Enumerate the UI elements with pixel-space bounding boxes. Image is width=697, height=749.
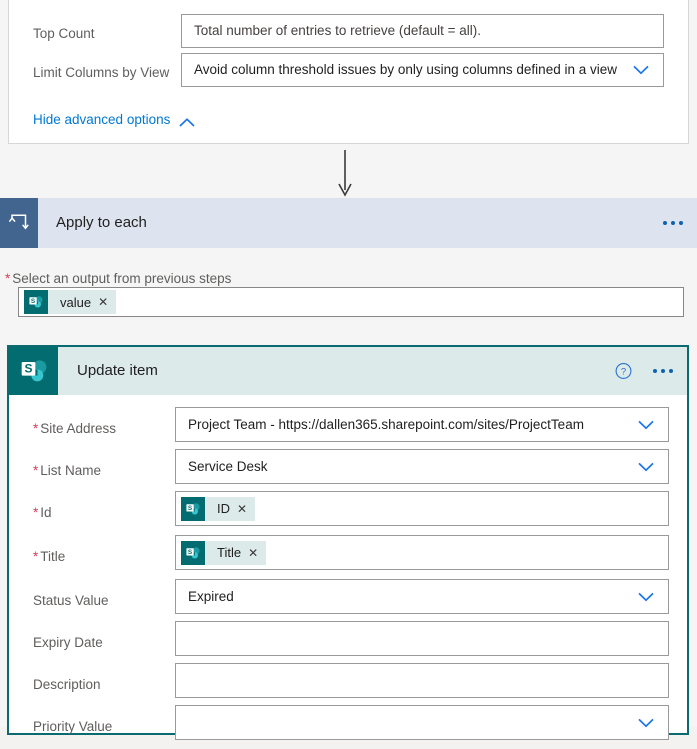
label-text: Expiry Date bbox=[33, 635, 103, 650]
close-icon[interactable]: ✕ bbox=[237, 503, 255, 515]
dot bbox=[663, 221, 667, 225]
label-text: Select an output from previous steps bbox=[12, 271, 232, 286]
ellipsis-icon[interactable] bbox=[653, 369, 673, 373]
form-row-status-value: Status Value Expired bbox=[9, 579, 687, 623]
description-input[interactable] bbox=[175, 663, 669, 698]
svg-text:?: ? bbox=[621, 367, 626, 378]
token-chip-label: Title bbox=[217, 545, 242, 560]
update-item-action-card[interactable]: S Update item ? * Site Address Project T… bbox=[7, 345, 689, 740]
help-circle-icon[interactable]: ? bbox=[615, 363, 632, 380]
token-chip-id[interactable]: S ID ✕ bbox=[181, 496, 256, 521]
field-label-id: * Id bbox=[33, 505, 52, 521]
sharepoint-icon: S bbox=[181, 540, 205, 565]
svg-text:S: S bbox=[24, 362, 32, 376]
required-asterisk: * bbox=[5, 271, 11, 286]
flow-designer-canvas: Top Count Total number of entries to ret… bbox=[0, 0, 697, 740]
field-label-limit-columns-by-view: Limit Columns by View bbox=[33, 65, 169, 81]
svg-text:S: S bbox=[188, 504, 193, 511]
dot bbox=[661, 369, 665, 373]
required-asterisk: * bbox=[33, 421, 39, 436]
token-chip-value[interactable]: S value ✕ bbox=[24, 290, 117, 314]
token-chip-label: ID bbox=[217, 501, 230, 516]
limit-columns-by-view-value: Avoid column threshold issues by only us… bbox=[194, 62, 617, 77]
ellipsis-icon[interactable] bbox=[663, 221, 683, 225]
form-row-site-address: * Site Address Project Team - https://dal… bbox=[9, 407, 687, 451]
form-row-partial bbox=[9, 0, 688, 4]
hide-advanced-options-label: Hide advanced options bbox=[33, 112, 171, 127]
form-row-top-count: Top Count Total number of entries to ret… bbox=[9, 14, 688, 54]
apply-to-each-header[interactable]: Apply to each bbox=[0, 198, 697, 248]
expiry-date-input[interactable] bbox=[175, 621, 669, 656]
sharepoint-icon: S bbox=[24, 290, 48, 314]
close-icon[interactable]: ✕ bbox=[248, 547, 266, 559]
select-output-input[interactable]: S value ✕ bbox=[18, 287, 684, 317]
label-text: Id bbox=[40, 505, 52, 520]
list-name-dropdown[interactable]: Service Desk bbox=[175, 449, 669, 484]
chevron-down-icon[interactable] bbox=[633, 65, 649, 75]
id-input[interactable]: S ID ✕ bbox=[175, 491, 669, 526]
svg-text:S: S bbox=[188, 548, 193, 555]
required-asterisk: * bbox=[33, 463, 39, 478]
form-row-id: * Id S ID ✕ bbox=[9, 491, 687, 535]
token-chip-title[interactable]: S Title ✕ bbox=[181, 540, 267, 565]
chevron-down-icon[interactable] bbox=[638, 462, 654, 472]
field-label-title: * Title bbox=[33, 549, 65, 565]
label-text: Title bbox=[40, 549, 66, 564]
form-row-expiry-date: Expiry Date bbox=[9, 621, 687, 665]
required-asterisk: * bbox=[33, 505, 39, 520]
sharepoint-icon: S bbox=[9, 347, 58, 395]
label-text: Description bbox=[33, 677, 101, 692]
required-asterisk: * bbox=[33, 549, 39, 564]
get-items-action-card[interactable]: Top Count Total number of entries to ret… bbox=[8, 0, 689, 144]
field-label-site-address: * Site Address bbox=[33, 421, 116, 437]
status-value-value: Expired bbox=[188, 588, 234, 604]
close-icon[interactable]: ✕ bbox=[98, 296, 116, 308]
dot bbox=[669, 369, 673, 373]
field-label-priority-value: Priority Value bbox=[33, 719, 112, 735]
loop-repeat-icon bbox=[0, 198, 38, 248]
form-row-priority-value: Priority Value bbox=[9, 705, 687, 749]
dot bbox=[653, 369, 657, 373]
title-input[interactable]: S Title ✕ bbox=[175, 535, 669, 570]
down-arrow-icon bbox=[338, 150, 352, 197]
field-label-expiry-date: Expiry Date bbox=[33, 635, 103, 651]
update-item-form: * Site Address Project Team - https://dal… bbox=[9, 395, 687, 740]
list-name-value: Service Desk bbox=[188, 458, 268, 474]
site-address-dropdown[interactable]: Project Team - https://dallen365.sharepo… bbox=[175, 407, 669, 442]
site-address-value: Project Team - https://dallen365.sharepo… bbox=[188, 416, 584, 432]
label-text: Status Value bbox=[33, 593, 109, 608]
select-output-label: * Select an output from previous steps bbox=[5, 271, 231, 287]
label-text: List Name bbox=[40, 463, 102, 478]
field-label-status-value: Status Value bbox=[33, 593, 109, 609]
svg-text:S: S bbox=[31, 298, 36, 305]
flow-connector-arrow bbox=[337, 150, 353, 198]
sharepoint-icon: S bbox=[181, 496, 205, 521]
status-value-dropdown[interactable]: Expired bbox=[175, 579, 669, 614]
dot bbox=[679, 221, 683, 225]
form-row-description: Description bbox=[9, 663, 687, 707]
field-label-list-name: * List Name bbox=[33, 463, 101, 479]
label-text: Top Count bbox=[33, 26, 95, 41]
field-label-description: Description bbox=[33, 677, 101, 693]
update-item-header[interactable]: S Update item ? bbox=[9, 347, 687, 395]
label-text: Site Address bbox=[40, 421, 117, 436]
apply-to-each-title: Apply to each bbox=[56, 214, 147, 231]
top-count-input[interactable]: Total number of entries to retrieve (def… bbox=[181, 14, 664, 48]
top-count-value: Total number of entries to retrieve (def… bbox=[194, 23, 482, 38]
chevron-down-icon[interactable] bbox=[638, 718, 654, 728]
hide-advanced-options-toggle[interactable]: Hide advanced options bbox=[33, 112, 195, 128]
update-item-title: Update item bbox=[77, 362, 158, 379]
form-row-title: * Title S Title ✕ bbox=[9, 535, 687, 579]
token-chip-label: value bbox=[60, 294, 92, 310]
form-row-limit-columns-by-view: Limit Columns by View Avoid column thres… bbox=[9, 53, 688, 93]
dot bbox=[671, 221, 675, 225]
form-row-list-name: * List Name Service Desk bbox=[9, 449, 687, 493]
limit-columns-by-view-dropdown[interactable]: Avoid column threshold issues by only us… bbox=[181, 53, 664, 87]
priority-value-dropdown[interactable] bbox=[175, 705, 669, 740]
label-text: Limit Columns by View bbox=[33, 65, 170, 80]
field-label-top-count: Top Count bbox=[33, 26, 95, 42]
chevron-down-icon[interactable] bbox=[638, 420, 654, 430]
chevron-up-icon[interactable] bbox=[179, 115, 195, 127]
chevron-down-icon[interactable] bbox=[638, 592, 654, 602]
